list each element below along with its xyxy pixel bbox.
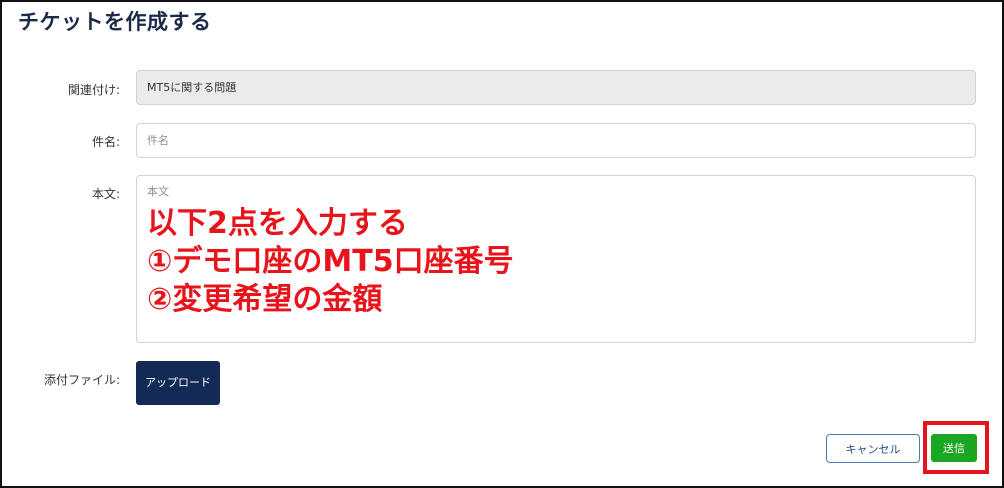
related-field: MT5に関する問題 (136, 70, 976, 105)
body-label: 本文: (91, 187, 120, 201)
page-title: チケットを作成する (18, 10, 212, 34)
attachment-label: 添付ファイル: (43, 373, 120, 387)
cancel-button[interactable]: キャンセル (826, 434, 920, 463)
body-textarea-container: 以下2点を入力する ①デモ口座のMT5口座番号 ②変更希望の金額 (136, 175, 976, 343)
body-textarea[interactable] (137, 176, 975, 342)
subject-input[interactable] (136, 123, 976, 158)
related-label: 関連付け: (67, 83, 120, 97)
submit-button[interactable]: 送信 (931, 434, 977, 462)
subject-label: 件名: (91, 135, 120, 149)
ticket-form-panel: チケットを作成する 関連付け: MT5に関する問題 件名: 本文: 以下2点を入… (0, 0, 1004, 488)
upload-button[interactable]: アップロード (136, 361, 220, 405)
